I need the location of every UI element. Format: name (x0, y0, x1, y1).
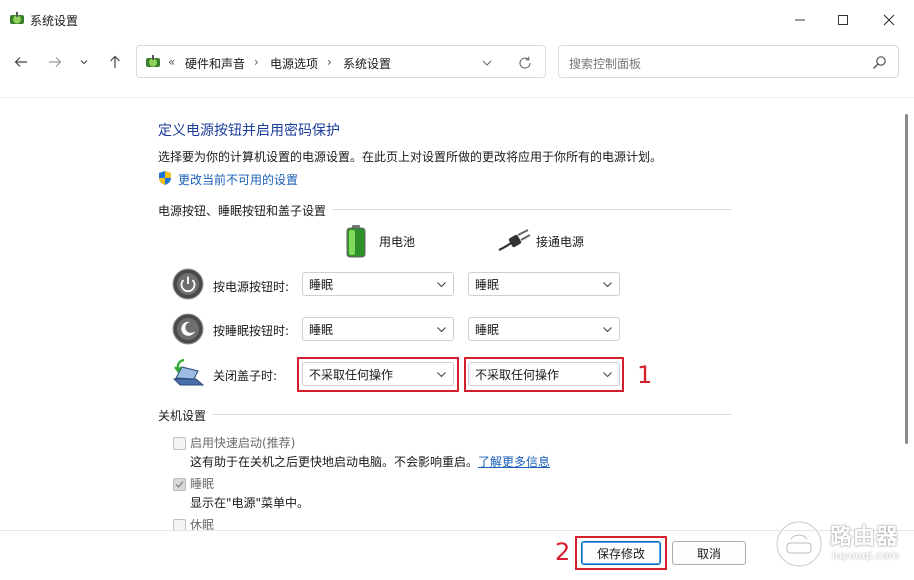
router-logo-icon (775, 520, 823, 568)
sleep-label: 睡眠 (190, 477, 215, 491)
watermark: 路由器 luyouqi.com (770, 515, 910, 577)
minimize-button[interactable] (777, 6, 823, 34)
sleep-button-icon (172, 313, 204, 345)
vertical-scrollbar[interactable] (903, 98, 911, 530)
battery-icon (346, 225, 366, 258)
maximize-button[interactable] (820, 6, 866, 34)
chevron-down-icon (603, 282, 612, 288)
chevron-down-icon (80, 60, 88, 65)
group-label-power-buttons: 电源按钮、睡眠按钮和盖子设置 (158, 202, 333, 219)
arrow-left-icon (14, 57, 27, 67)
close-button[interactable] (866, 6, 912, 34)
fast-startup-label: 启用快速启动(推荐) (190, 436, 296, 450)
lid-close-battery-select[interactable]: 不采取任何操作 (302, 362, 454, 386)
search-box[interactable]: 搜索控制面板 (558, 45, 899, 78)
fast-startup-checkbox[interactable] (173, 437, 186, 450)
chevron-down-icon (437, 282, 446, 288)
annotation-number-1: 1 (637, 361, 653, 389)
toolbar-divider (0, 97, 914, 98)
watermark-subtext: luyouqi.com (832, 549, 900, 562)
lid-close-plugged-select[interactable]: 不采取任何操作 (468, 362, 620, 386)
sleep-button-plugged-select[interactable]: 睡眠 (468, 317, 620, 341)
breadcrumb-system-settings[interactable]: 系统设置 (343, 55, 391, 72)
arrow-up-icon (110, 55, 120, 68)
select-value: 不采取任何操作 (309, 367, 394, 382)
row-label-power-button: 按电源按钮时: (213, 280, 290, 294)
chevron-down-icon (603, 372, 612, 378)
power-button-plugged-select[interactable]: 睡眠 (468, 272, 620, 296)
change-unavailable-settings-link[interactable]: 更改当前不可用的设置 (178, 171, 298, 188)
watermark-text: 路由器 (830, 525, 900, 550)
fast-startup-description: 这有助于在关机之后更快地启动电脑。不会影响重启。了解更多信息 (190, 455, 551, 469)
breadcrumb-power-options[interactable]: 电源选项 (270, 55, 318, 72)
back-button[interactable] (8, 50, 34, 74)
chevron-down-icon (437, 372, 446, 378)
window-title: 系统设置 (30, 14, 79, 28)
forward-button[interactable] (42, 50, 68, 74)
breadcrumb-arrow[interactable]: › (327, 55, 332, 69)
search-placeholder[interactable]: 搜索控制面板 (569, 55, 641, 72)
select-value: 睡眠 (475, 277, 500, 292)
up-button[interactable] (102, 50, 128, 74)
chevron-down-icon (437, 327, 446, 333)
laptop-lid-icon (172, 358, 205, 386)
select-value: 睡眠 (309, 322, 334, 337)
power-options-app-icon (10, 12, 24, 24)
chevron-down-icon[interactable] (480, 56, 494, 70)
checkmark-icon (175, 481, 184, 489)
group-divider (158, 414, 732, 415)
breadcrumb-arrow[interactable]: › (254, 55, 259, 69)
title-bar: 系统设置 (0, 0, 914, 40)
scrollbar-thumb[interactable] (905, 114, 908, 444)
save-changes-button[interactable]: 保存修改 (581, 541, 661, 565)
chevron-down-icon (603, 327, 612, 333)
row-label-lid-close: 关闭盖子时: (213, 369, 278, 383)
power-plug-icon (498, 229, 531, 251)
arrow-right-icon (49, 57, 62, 67)
refresh-icon[interactable] (517, 55, 533, 71)
select-value: 睡眠 (475, 322, 500, 337)
learn-more-link[interactable]: 了解更多信息 (478, 455, 550, 469)
page-title: 定义电源按钮并启用密码保护 (158, 123, 340, 139)
cancel-button[interactable]: 取消 (672, 541, 746, 565)
sleep-description: 显示在"电源"菜单中。 (190, 496, 310, 510)
group-label-shutdown: 关机设置 (158, 407, 213, 424)
row-label-sleep-button: 按睡眠按钮时: (213, 324, 290, 338)
breadcrumb-overflow[interactable]: « (168, 55, 175, 69)
search-icon[interactable] (872, 55, 887, 70)
page-description: 选择要为你的计算机设置的电源设置。在此页上对设置所做的更改将应用于你所有的电源计… (158, 150, 663, 164)
sleep-checkbox[interactable] (173, 478, 186, 491)
select-value: 睡眠 (309, 277, 334, 292)
address-bar[interactable]: « 硬件和声音 › 电源选项 › 系统设置 (136, 45, 546, 78)
control-panel-window: 系统设置 « 硬件和声音 › 电源选项 › 系统设置 搜索控制面板 定义电源按钮… (0, 0, 914, 580)
maximize-icon (838, 15, 848, 25)
breadcrumb-hardware-sound[interactable]: 硬件和声音 (185, 55, 245, 72)
column-header-battery: 用电池 (379, 235, 416, 249)
power-button-battery-select[interactable]: 睡眠 (302, 272, 454, 296)
minimize-icon (795, 19, 805, 21)
uac-shield-icon (159, 171, 171, 185)
sleep-button-battery-select[interactable]: 睡眠 (302, 317, 454, 341)
annotation-number-2: 2 (555, 538, 571, 566)
select-value: 不采取任何操作 (475, 367, 560, 382)
power-button-icon (172, 268, 204, 300)
column-header-plugged-in: 接通电源 (536, 235, 585, 249)
close-icon (883, 14, 895, 26)
recent-locations-button[interactable] (74, 50, 94, 74)
power-options-icon (146, 55, 160, 67)
